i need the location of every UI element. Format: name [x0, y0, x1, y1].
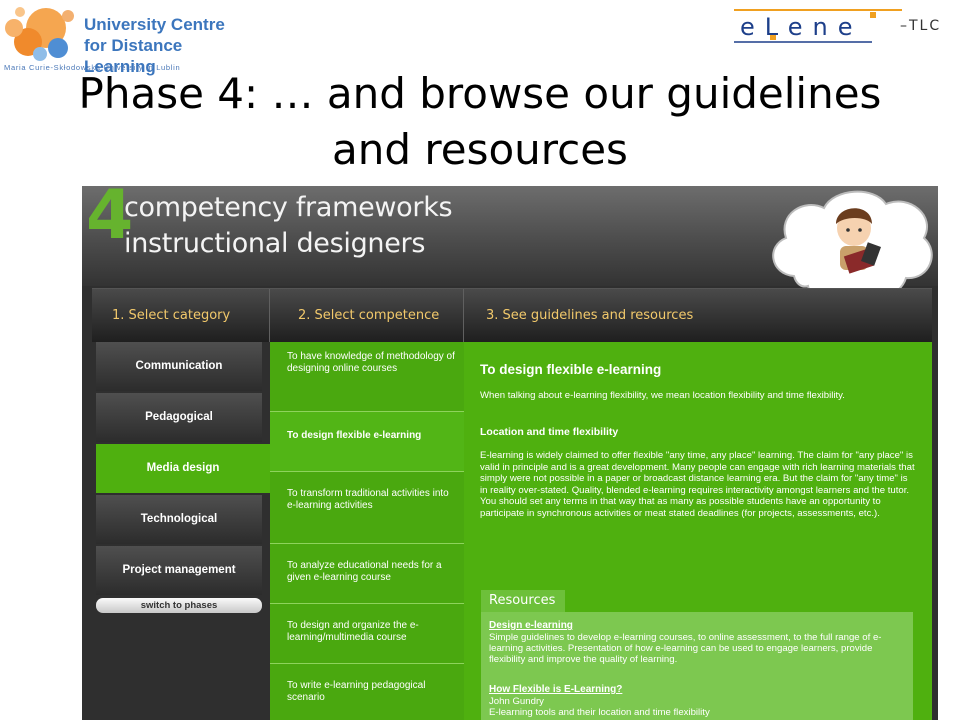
resources-box: Design e-learning Simple guidelines to d…: [481, 612, 913, 720]
steps-header: 1. Select category 2. Select competence …: [92, 288, 932, 342]
resource-link-how-flexible[interactable]: How Flexible is E-Learning?: [489, 684, 622, 695]
switch-to-phases-button[interactable]: switch to phases: [96, 598, 262, 613]
resource-description: Simple guidelines to develop e-learning …: [489, 632, 882, 666]
slide-title-line2: and resources: [332, 125, 628, 174]
resources-tab[interactable]: Resources: [481, 590, 565, 612]
ucdl-line1: University Centre: [84, 15, 225, 34]
competence-item[interactable]: To analyze educational needs for a given…: [270, 544, 464, 604]
bubbles-icon: [5, 7, 74, 61]
ucdl-logo: University Centre for Distance Learning …: [2, 4, 232, 76]
elene-word: eLene: [740, 13, 863, 41]
competence-item[interactable]: To write e-learning pedagogical scenario: [270, 664, 464, 720]
competence-item[interactable]: To design and organize the e-learning/mu…: [270, 604, 464, 664]
step2-heading: 2. Select competence: [270, 289, 464, 342]
competency-app-screenshot: 4 competency frameworks instructional de…: [82, 186, 938, 720]
resource-author: John Gundry: [489, 696, 544, 707]
elene-tlc: –TLC: [900, 18, 942, 34]
step3-heading: 3. See guidelines and resources: [486, 308, 694, 323]
resource-description: E-learning tools and their location and …: [489, 707, 710, 718]
category-communication[interactable]: Communication: [96, 342, 262, 391]
guideline-intro: When talking about e-learning flexibilit…: [480, 390, 845, 401]
competence-list: To have knowledge of methodology of desi…: [270, 342, 464, 720]
category-project-management[interactable]: Project management: [96, 546, 262, 595]
category-pedagogical[interactable]: Pedagogical: [96, 393, 262, 442]
guideline-title: To design flexible e-learning: [480, 362, 662, 377]
guidelines-panel: To design flexible e-learning When talki…: [464, 342, 932, 720]
slide-header: University Centre for Distance Learning …: [0, 0, 960, 186]
slide-title: Phase 4: … and browse our guidelines and…: [40, 66, 920, 178]
category-technological[interactable]: Technological: [96, 495, 262, 544]
resource-link-design-elearning[interactable]: Design e-learning: [489, 620, 573, 631]
slide-title-line1: Phase 4: … and browse our guidelines: [78, 69, 882, 118]
guideline-body: E-learning is widely claimed to offer fl…: [480, 450, 915, 519]
banner-line2: instructional designers: [124, 228, 426, 259]
guideline-subtitle: Location and time flexibility: [480, 426, 619, 438]
competence-item[interactable]: To transform traditional activities into…: [270, 472, 464, 544]
category-media-design[interactable]: Media design: [96, 444, 270, 493]
competence-item-active[interactable]: To design flexible e-learning: [270, 412, 464, 472]
banner-line1: competency frameworks: [124, 192, 453, 223]
step1-heading: 1. Select category: [92, 289, 270, 342]
elene-logo: eLene –TLC: [732, 4, 952, 48]
category-list: Communication Pedagogical Media design T…: [96, 342, 270, 597]
competence-item[interactable]: To have knowledge of methodology of desi…: [270, 342, 464, 412]
